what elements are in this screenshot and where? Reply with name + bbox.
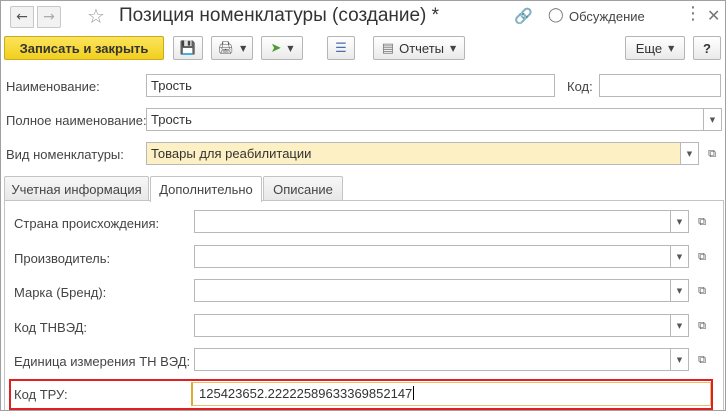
help-button[interactable]: ? <box>693 36 721 60</box>
chevron-down-icon: ▼ <box>686 149 693 158</box>
country-label: Страна происхождения: <box>14 216 160 231</box>
back-arrow-icon[interactable]: ← <box>10 6 34 28</box>
tnved-field[interactable] <box>194 314 671 337</box>
more-label: Еще <box>635 40 663 56</box>
full-name-dropdown[interactable]: ▼ <box>704 108 722 131</box>
floppy-disk-icon: 💾 <box>179 40 197 56</box>
chevron-down-icon: ▼ <box>709 115 716 124</box>
save-button[interactable]: 💾 <box>173 36 203 60</box>
more-button[interactable]: Еще ▼ <box>625 36 685 60</box>
country-open-button[interactable]: ⧉ <box>692 210 712 233</box>
tru-code-value: 125423652.222225896333698521​47 <box>199 386 413 401</box>
toolbar: Записать и закрыть 💾 🖨 ▼ ➤ ▼ ☰ ▤ Отчеты ▼ … <box>1 36 725 64</box>
create-based-icon: ➤ <box>270 40 282 56</box>
chevron-down-icon: ▼ <box>240 43 247 53</box>
kind-dropdown[interactable]: ▼ <box>681 142 699 165</box>
printer-icon: 🖨 <box>217 40 235 56</box>
discussion-icon[interactable]: ◯ <box>548 7 564 23</box>
tab-additional[interactable]: Дополнительно <box>150 176 262 202</box>
name-label: Наименование: <box>6 79 100 94</box>
country-dropdown[interactable]: ▼ <box>671 210 689 233</box>
unit-open-button[interactable]: ⧉ <box>692 348 712 371</box>
brand-open-button[interactable]: ⧉ <box>692 279 712 302</box>
country-field[interactable] <box>194 210 671 233</box>
open-window-icon: ⧉ <box>698 283 706 297</box>
create-based-on-button[interactable]: ➤ ▼ <box>261 36 303 60</box>
brand-dropdown[interactable]: ▼ <box>671 279 689 302</box>
full-name-field[interactable]: Трость <box>146 108 704 131</box>
open-window-icon: ⧉ <box>698 249 706 263</box>
unit-field[interactable] <box>194 348 671 371</box>
chevron-down-icon: ▼ <box>450 43 457 53</box>
chevron-down-icon: ▼ <box>676 355 683 364</box>
open-window-icon: ⧉ <box>698 318 706 332</box>
tnved-open-button[interactable]: ⧉ <box>692 314 712 337</box>
open-window-icon: ⧉ <box>708 146 716 160</box>
kind-label: Вид номенклатуры: <box>6 147 124 162</box>
window-title: Позиция номенклатуры (создание) * <box>119 5 440 26</box>
chevron-down-icon: ▼ <box>676 286 683 295</box>
tru-code-field[interactable]: 125423652.222225896333698521​47 <box>191 382 711 406</box>
chevron-down-icon: ▼ <box>676 321 683 330</box>
print-button[interactable]: 🖨 ▼ <box>211 36 253 60</box>
favorite-star-icon[interactable]: ☆ <box>87 4 105 28</box>
document-list-button[interactable]: ☰ <box>327 36 355 60</box>
tab-accounting-info[interactable]: Учетная информация <box>4 176 149 201</box>
chevron-down-icon: ▼ <box>287 43 294 53</box>
more-actions-icon[interactable]: ⋮ <box>684 3 702 24</box>
tnved-label: Код ТНВЭД: <box>14 320 88 335</box>
reports-button[interactable]: ▤ Отчеты ▼ <box>373 36 465 60</box>
forward-arrow-icon[interactable]: → <box>37 6 61 28</box>
chevron-down-icon: ▼ <box>668 43 675 53</box>
unit-dropdown[interactable]: ▼ <box>671 348 689 371</box>
tru-label: Код ТРУ: <box>14 387 68 402</box>
close-icon[interactable]: ✕ <box>707 6 720 25</box>
kind-field[interactable]: Товары для реабилитации <box>146 142 681 165</box>
manufacturer-label: Производитель: <box>14 251 111 266</box>
brand-field[interactable] <box>194 279 671 302</box>
chevron-down-icon: ▼ <box>676 252 683 261</box>
name-field[interactable]: Трость <box>146 74 555 97</box>
manufacturer-field[interactable] <box>194 245 671 268</box>
tnved-dropdown[interactable]: ▼ <box>671 314 689 337</box>
open-window-icon: ⧉ <box>698 352 706 366</box>
code-label: Код: <box>567 79 593 94</box>
unit-label: Единица измерения ТН ВЭД: <box>14 354 191 369</box>
open-window-icon: ⧉ <box>698 214 706 228</box>
report-icon: ▤ <box>381 40 395 56</box>
tab-description[interactable]: Описание <box>263 176 343 201</box>
kind-open-button[interactable]: ⧉ <box>702 142 722 165</box>
list-icon: ☰ <box>335 40 347 56</box>
text-cursor <box>413 386 415 400</box>
discussion-link[interactable]: Обсуждение <box>569 9 645 24</box>
manufacturer-dropdown[interactable]: ▼ <box>671 245 689 268</box>
chevron-down-icon: ▼ <box>676 217 683 226</box>
brand-label: Марка (Бренд): <box>14 285 107 300</box>
full-name-label: Полное наименование: <box>6 113 147 128</box>
code-field[interactable] <box>599 74 721 97</box>
form-window: ← → ☆ Позиция номенклатуры (создание) * … <box>0 0 726 411</box>
reports-label: Отчеты <box>399 40 445 56</box>
manufacturer-open-button[interactable]: ⧉ <box>692 245 712 268</box>
link-icon[interactable]: 🔗 <box>514 7 533 25</box>
title-bar: ← → ☆ Позиция номенклатуры (создание) * … <box>1 1 725 33</box>
save-and-close-button[interactable]: Записать и закрыть <box>4 36 164 60</box>
